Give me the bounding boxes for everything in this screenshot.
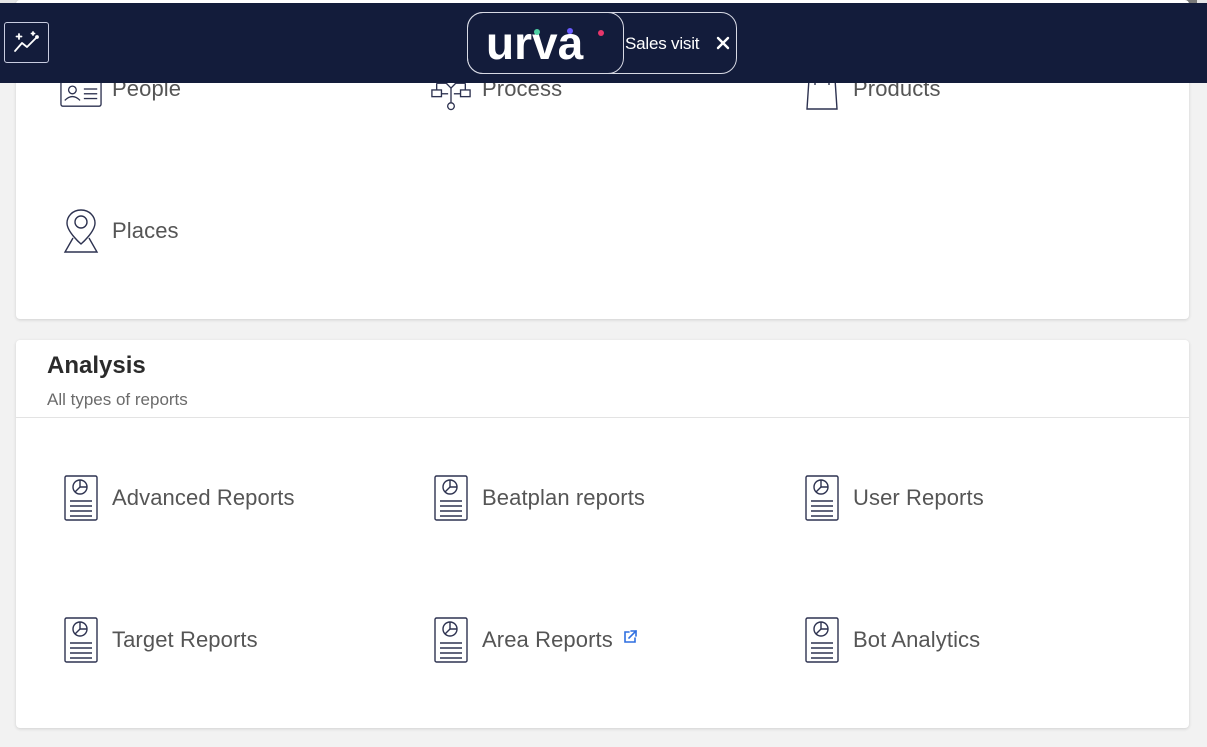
analysis-header: Analysis All types of reports	[16, 340, 1189, 418]
report-label: Area Reports	[482, 627, 613, 652]
map-pin-icon	[63, 209, 99, 253]
report-tile-bot-analytics[interactable]: Bot Analytics	[801, 617, 980, 663]
brand-logo[interactable]: urva	[467, 12, 624, 74]
report-tile-area-reports[interactable]: Area Reports	[430, 617, 638, 663]
report-icon	[805, 617, 839, 663]
report-icon	[434, 617, 468, 663]
report-label: User Reports	[853, 485, 984, 510]
report-tile-beatplan-reports[interactable]: Beatplan reports	[430, 475, 645, 521]
report-icon	[64, 475, 98, 521]
module-chip: urva Sales visit	[467, 12, 737, 74]
report-icon	[805, 475, 839, 521]
sparkle-chart-icon	[13, 30, 39, 52]
top-bar: urva Sales visit	[0, 3, 1207, 83]
report-label: Beatplan reports	[482, 485, 646, 510]
report-tile-target-reports[interactable]: Target Reports	[60, 617, 258, 663]
report-icon	[64, 617, 98, 663]
section-title: Analysis	[47, 352, 146, 379]
urva-logo-icon: urva	[486, 21, 604, 65]
module-label: Places	[112, 218, 179, 243]
close-icon	[716, 36, 730, 50]
external-link-icon[interactable]	[622, 629, 638, 645]
chip-label: Sales visit	[625, 34, 700, 53]
report-label: Advanced Reports	[112, 485, 295, 510]
report-icon	[434, 475, 468, 521]
report-tile-user-reports[interactable]: User Reports	[801, 475, 984, 521]
report-label: Target Reports	[112, 627, 258, 652]
module-tile-places[interactable]: Places	[60, 208, 179, 254]
section-subtitle: All types of reports	[47, 390, 188, 409]
analysis-card: Analysis All types of reports Advanced R…	[16, 340, 1189, 728]
svg-text:urva: urva	[486, 21, 584, 65]
report-tile-advanced-reports[interactable]: Advanced Reports	[60, 475, 295, 521]
report-label: Bot Analytics	[853, 627, 981, 652]
analytics-button[interactable]	[4, 22, 49, 63]
chip-close-button[interactable]	[713, 33, 733, 53]
